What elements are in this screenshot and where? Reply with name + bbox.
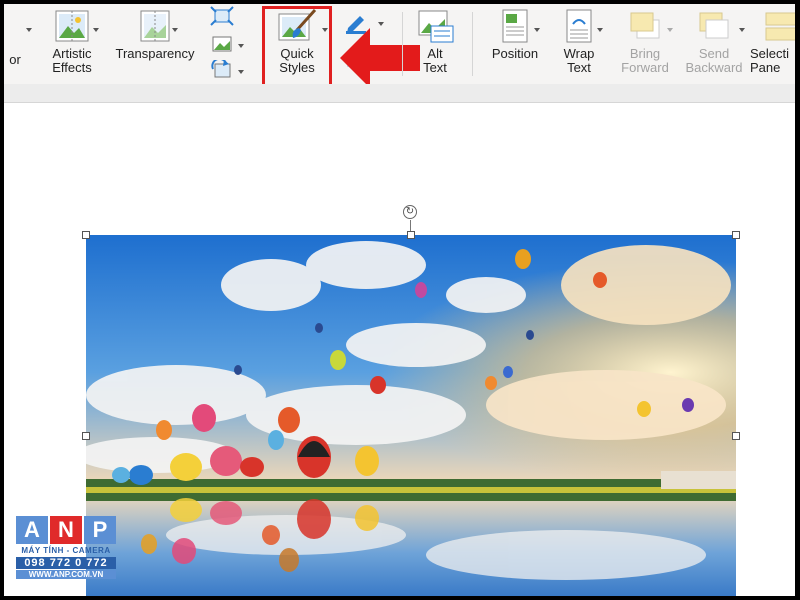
chevron-down-icon[interactable] — [667, 28, 673, 32]
wrap-text-label: Wrap Text — [563, 46, 595, 75]
chevron-down-icon[interactable] — [739, 28, 745, 32]
logo-letter: A — [16, 516, 48, 544]
alt-text-label: Alt Text — [423, 46, 447, 75]
ribbon-bottom-strip — [4, 84, 795, 103]
color-button-partial[interactable]: or — [4, 8, 26, 67]
rotate-handle-icon[interactable]: ↻ — [403, 205, 417, 219]
quick-styles-highlight — [262, 6, 332, 90]
resize-handle-top-right[interactable] — [732, 231, 740, 239]
transparency-label: Transparency — [115, 46, 195, 61]
alt-text-icon — [418, 10, 454, 43]
bring-forward-icon — [630, 12, 660, 39]
position-label: Position — [491, 46, 539, 61]
selection-pane-icon — [765, 12, 795, 41]
change-picture-icon[interactable] — [210, 34, 234, 54]
anp-logo-letters: A N P — [16, 516, 116, 544]
resize-handle-left[interactable] — [82, 432, 90, 440]
logo-letter: N — [50, 516, 82, 544]
bring-forward-label: Bring Forward — [621, 46, 669, 75]
picture-format-ribbon: or Artistic Effects Transparency Quick S… — [4, 4, 795, 90]
chevron-down-icon[interactable] — [93, 28, 99, 32]
send-backward-label: Send Backward — [685, 46, 743, 75]
chevron-down-icon[interactable] — [26, 28, 32, 32]
chevron-down-icon[interactable] — [597, 28, 603, 32]
selection-pane-button[interactable]: Selecti Pane — [750, 8, 795, 75]
watermark-phone: 098 772 0 772 — [16, 557, 116, 569]
transparency-button[interactable]: Transparency — [106, 8, 204, 61]
alt-text-button[interactable]: Alt Text — [409, 8, 461, 75]
artistic-effects-label: Artistic Effects — [52, 46, 92, 75]
resize-handle-right[interactable] — [732, 432, 740, 440]
wrap-text-icon — [566, 9, 592, 43]
chevron-down-icon[interactable] — [238, 44, 244, 48]
send-backward-button[interactable]: Send Backward — [678, 8, 750, 75]
resize-handle-top-left[interactable] — [82, 231, 90, 239]
artistic-effects-icon — [55, 10, 89, 42]
compress-pictures-icon[interactable] — [210, 6, 234, 26]
resize-handle-top[interactable] — [407, 231, 415, 239]
position-button[interactable]: Position — [482, 8, 548, 61]
position-icon — [502, 9, 528, 43]
wrap-text-button[interactable]: Wrap Text — [550, 8, 608, 75]
color-button-label: or — [9, 52, 21, 67]
chevron-down-icon[interactable] — [172, 28, 178, 32]
chevron-down-icon[interactable] — [238, 70, 244, 74]
logo-letter: P — [84, 516, 116, 544]
anp-watermark-logo: A N P MÁY TÍNH - CAMERA 098 772 0 772 WW… — [16, 516, 116, 579]
balloon-photo — [86, 235, 736, 596]
bring-forward-button[interactable]: Bring Forward — [612, 8, 678, 75]
artistic-effects-button[interactable]: Artistic Effects — [40, 8, 104, 75]
send-backward-icon — [699, 12, 729, 39]
reset-picture-icon[interactable] — [210, 60, 234, 80]
selection-pane-label: Selecti Pane — [750, 46, 790, 75]
ribbon-separator — [472, 12, 473, 76]
watermark-tagline: MÁY TÍNH - CAMERA — [21, 546, 111, 555]
transparency-icon — [140, 10, 170, 42]
ribbon-separator — [402, 12, 403, 76]
watermark-url: WWW.ANP.COM.VN — [16, 570, 116, 579]
app-window: or Artistic Effects Transparency Quick S… — [4, 4, 795, 596]
selected-picture[interactable] — [86, 235, 736, 596]
chevron-down-icon[interactable] — [534, 28, 540, 32]
